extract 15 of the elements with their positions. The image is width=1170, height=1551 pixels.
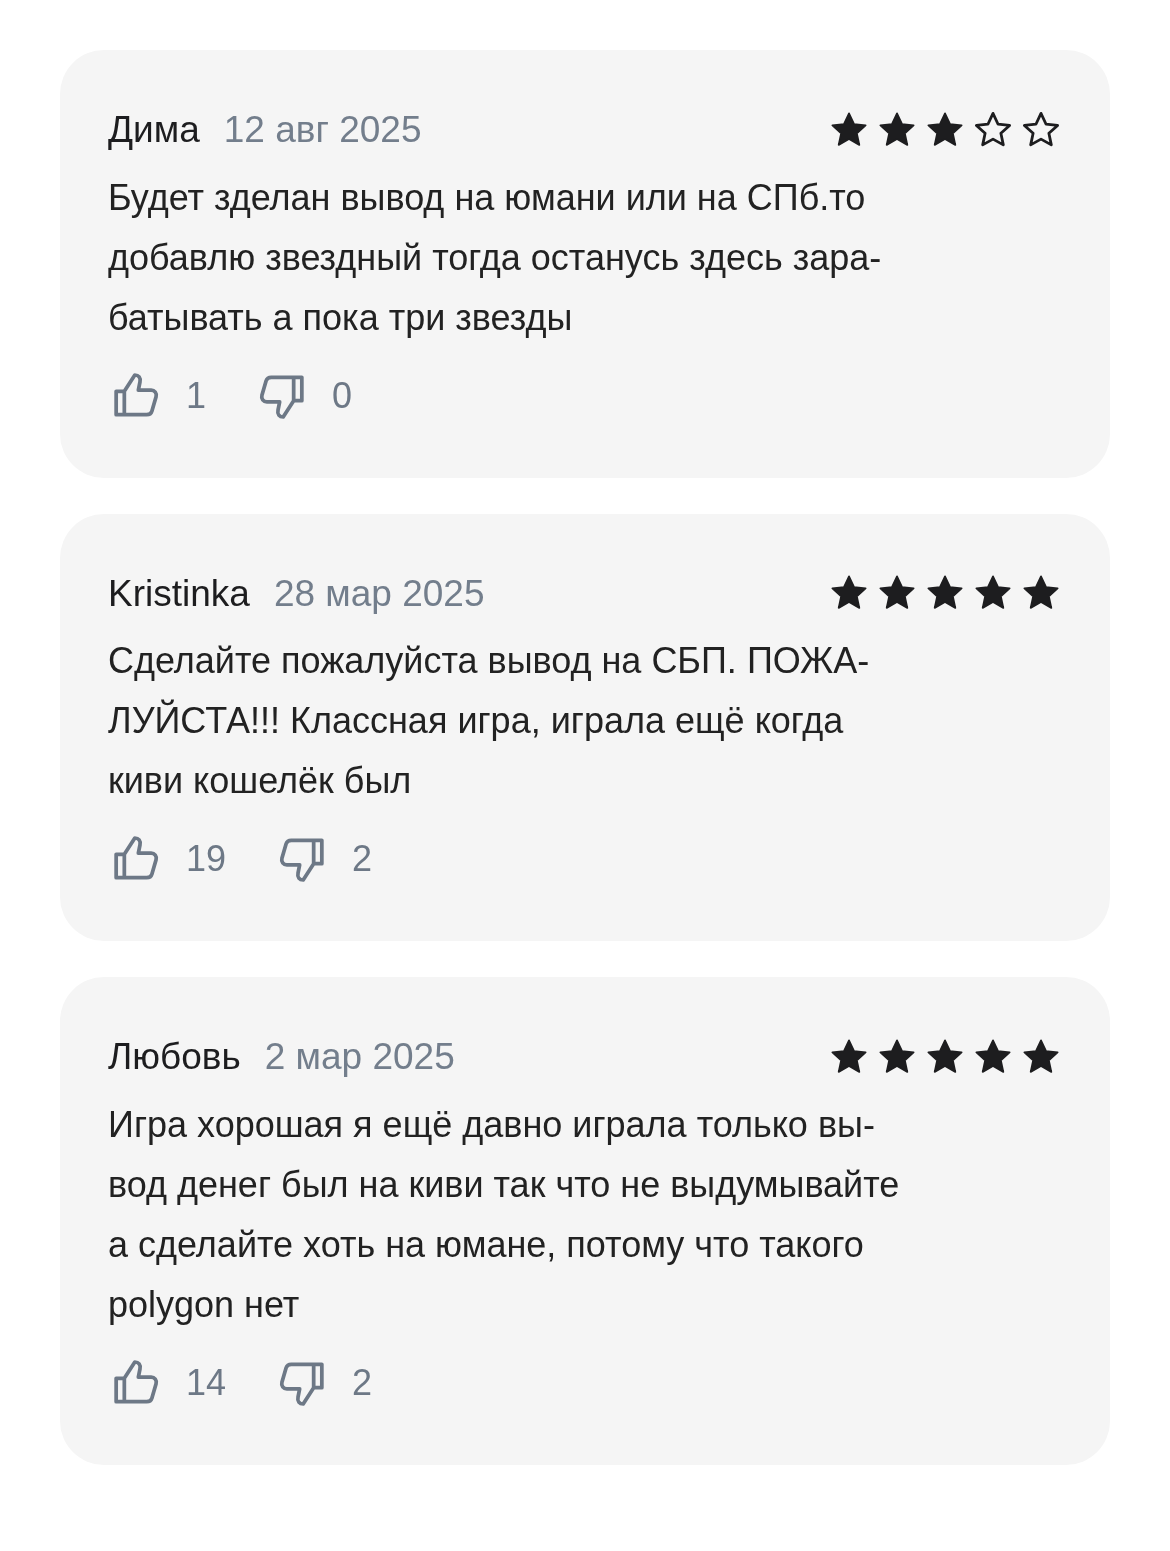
like-count: 1 [186,373,207,418]
dislike-count: 2 [352,1360,373,1405]
like-count: 14 [186,1360,227,1405]
review-date: 2 мар 2025 [264,1035,455,1079]
dislike-count: 2 [352,837,373,881]
review-date: 28 мар 2025 [273,571,485,616]
dislike-count: 0 [332,373,353,418]
review-text: Будет зделан вывод на юмани или на СПб.то добавлю звездный тогда останусь здесь зара- батывать а пока три звезды [108,175,883,340]
author-name: Дима [108,108,200,152]
review-text: Игра хорошая я ещё давно играла только вы- вод денег был на киви так что не выдумывайте а сделайте хоть на юмане, потому что такого polygon нет [108,1102,901,1327]
author-name: Kristinka [108,571,250,616]
author-name: Любовь [108,1035,241,1079]
like-count: 19 [186,837,227,881]
review-date: 12 авг 2025 [223,108,422,152]
review-text: Сделайте пожалуйста вывод на СБП. ПОЖА- ЛУЙСТА!!! Классная игра, играла ещё когда киви кошелёк был [108,639,871,803]
